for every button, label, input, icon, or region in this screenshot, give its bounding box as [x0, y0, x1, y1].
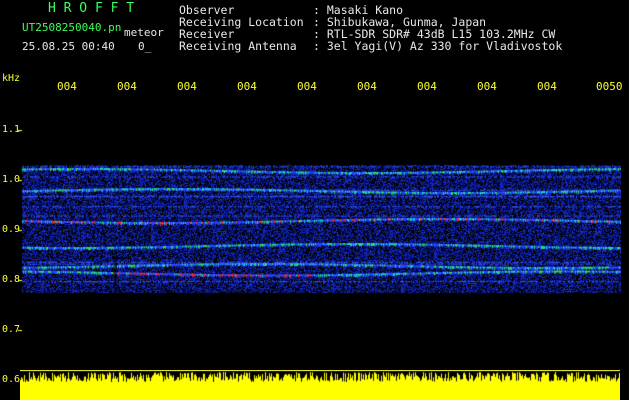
- datetime-extra: 0_: [138, 40, 152, 53]
- antenna-label: Receiving Antenna: [179, 39, 297, 53]
- filename-label: UT2508250040.pn: [22, 21, 122, 34]
- detection-tag: meteor: [124, 26, 164, 39]
- amplitude-strip: [20, 370, 620, 400]
- freq-tick: 0.6: [2, 374, 21, 385]
- antenna-value: : 3el Yagi(V) Az 330 for Vladivostok: [313, 39, 563, 53]
- datetime-label: 25.08.25 00:40: [22, 40, 115, 53]
- spectrogram-canvas: [18, 76, 621, 368]
- hroft-window: H R O F F T UT2508250040.pn meteor 25.08…: [0, 0, 629, 400]
- app-title: H R O F F T: [48, 1, 135, 16]
